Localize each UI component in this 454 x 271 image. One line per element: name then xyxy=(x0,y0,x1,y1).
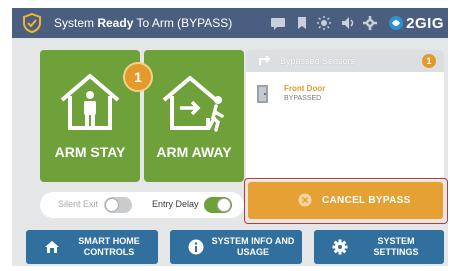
exit-options-bar: Silent Exit Entry Delay xyxy=(40,192,244,218)
system-settings-label: SYSTEM SETTINGS xyxy=(373,236,419,257)
volume-icon[interactable] xyxy=(340,15,356,31)
system-settings-button[interactable]: SYSTEM SETTINGS xyxy=(314,230,444,264)
brand-logo: 2GIG xyxy=(388,13,444,33)
home-exit-icon xyxy=(162,76,224,132)
entry-delay-toggle[interactable] xyxy=(204,197,232,213)
gear-icon xyxy=(332,239,348,255)
silent-exit-toggle[interactable] xyxy=(104,197,132,213)
sensor-status: BYPASSED xyxy=(284,95,322,102)
arm-away-button[interactable]: ARM AWAY xyxy=(144,50,244,182)
bypassed-count-badge: 1 xyxy=(422,54,436,68)
notification-badge: 1 xyxy=(123,62,153,92)
system-status-text: System Ready To Arm (BYPASS) xyxy=(54,16,233,30)
arm-stay-label: ARM STAY xyxy=(54,144,126,160)
entry-delay-label: Entry Delay xyxy=(152,199,199,209)
silent-exit-label: Silent Exit xyxy=(58,199,99,209)
status-bar: System Ready To Arm (BYPASS) 2GIG xyxy=(12,8,448,38)
bypassed-sensors-panel: Bypassed Sensors 1 Front Door BYPASSED xyxy=(246,50,444,180)
system-info-label: SYSTEM INFO AND USAGE xyxy=(211,236,295,257)
brand-swirl-icon xyxy=(389,16,404,30)
control-panel-screen: System Ready To Arm (BYPASS) 2GIG ARM ST… xyxy=(12,8,448,266)
close-circle-icon xyxy=(298,193,312,207)
door-icon xyxy=(257,85,268,103)
cancel-bypass-highlight: CANCEL BYPASS xyxy=(244,178,448,224)
bypass-arrow-icon xyxy=(259,55,271,65)
shield-icon xyxy=(23,13,41,33)
home-icon xyxy=(45,241,59,253)
brand-name: 2GIG xyxy=(406,14,444,32)
bookmark-icon[interactable] xyxy=(294,15,310,31)
toggle-knob xyxy=(217,198,231,212)
sensor-name: Front Door xyxy=(284,84,326,93)
smart-home-controls-label: SMART HOME CONTROLS xyxy=(78,236,140,257)
messages-icon[interactable] xyxy=(270,15,286,31)
cancel-bypass-button[interactable]: CANCEL BYPASS xyxy=(248,182,443,219)
cancel-bypass-label: CANCEL BYPASS xyxy=(322,195,411,206)
bypassed-sensors-title: Bypassed Sensors xyxy=(280,56,356,66)
toggle-knob xyxy=(105,198,119,212)
brightness-icon[interactable] xyxy=(316,15,332,31)
smart-home-controls-button[interactable]: SMART HOME CONTROLS xyxy=(26,230,158,264)
system-info-button[interactable]: SYSTEM INFO AND USAGE xyxy=(170,230,302,264)
bypassed-sensors-header: Bypassed Sensors 1 xyxy=(246,50,444,72)
info-icon xyxy=(188,239,204,255)
arm-away-label: ARM AWAY xyxy=(156,144,232,160)
home-person-icon xyxy=(60,74,120,130)
list-item[interactable]: Front Door BYPASSED xyxy=(256,84,436,110)
settings-gear-icon[interactable] xyxy=(362,15,378,31)
